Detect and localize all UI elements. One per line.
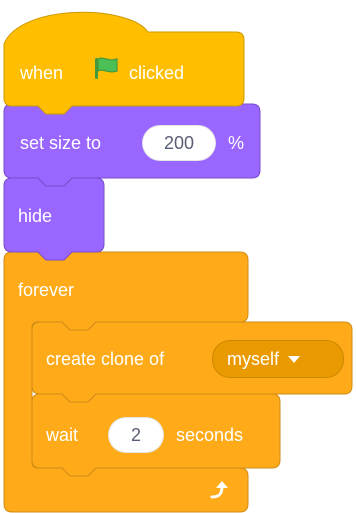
when-label: when bbox=[20, 63, 64, 83]
clone-target-dropdown[interactable]: myself bbox=[212, 340, 344, 378]
green-flag-icon bbox=[92, 56, 120, 85]
clicked-label: clicked bbox=[129, 63, 185, 83]
percent-label: % bbox=[228, 133, 245, 153]
set-size-label: set size to bbox=[20, 133, 102, 153]
clone-target-value: myself bbox=[227, 348, 280, 369]
loop-arrow-icon bbox=[208, 478, 232, 507]
seconds-label: seconds bbox=[176, 425, 244, 445]
forever-label: forever bbox=[18, 280, 75, 300]
wait-label: wait bbox=[46, 425, 79, 445]
chevron-down-icon bbox=[288, 355, 301, 363]
size-value-input[interactable]: 200 bbox=[142, 125, 216, 161]
code-area: when clicked set size to 200 % hide fore… bbox=[0, 0, 356, 513]
create-clone-label: create clone of bbox=[46, 349, 165, 369]
wait-seconds-input[interactable]: 2 bbox=[108, 417, 164, 453]
hide-label: hide bbox=[18, 206, 53, 226]
